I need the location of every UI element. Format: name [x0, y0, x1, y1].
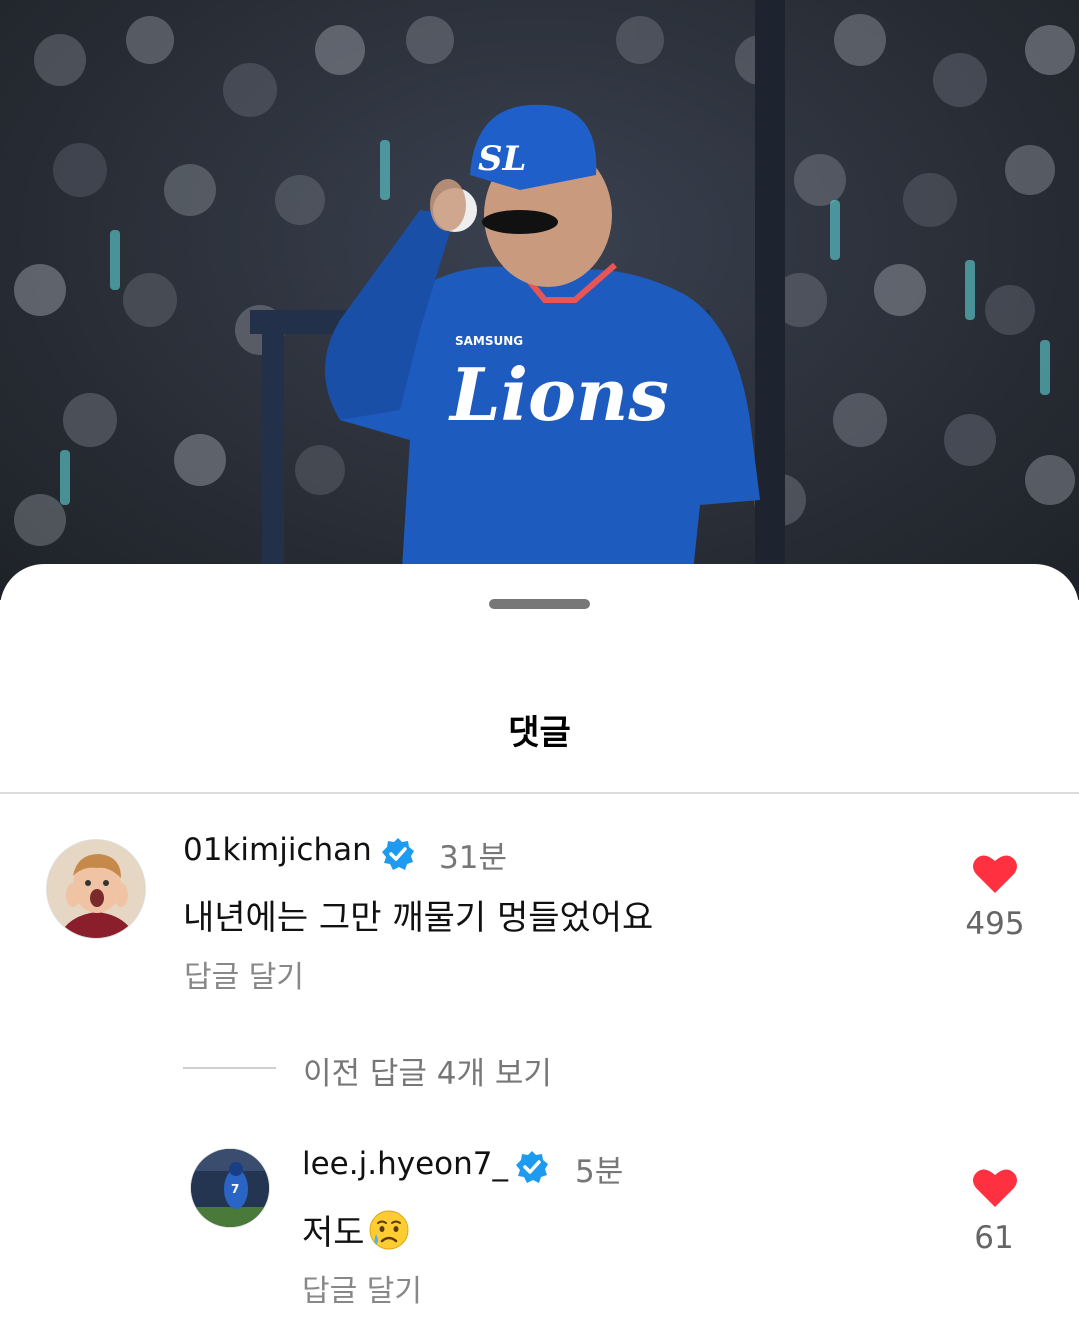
avatar[interactable]: [46, 839, 146, 939]
username[interactable]: 01kimjichan: [183, 832, 372, 868]
crying-face-emoji: [369, 1210, 409, 1250]
heart-icon[interactable]: [972, 1166, 1018, 1208]
timestamp: 5분: [575, 1154, 624, 1190]
username[interactable]: lee.j.hyeon7_: [302, 1146, 508, 1182]
svg-text:SAMSUNG: SAMSUNG: [455, 334, 523, 348]
verified-badge-icon: [382, 838, 414, 870]
svg-text:SL: SL: [478, 139, 526, 179]
reply-button[interactable]: 답글 달기: [184, 952, 304, 996]
divider: [0, 792, 1079, 794]
view-previous-replies-label: 이전 답글 4개 보기: [303, 1056, 552, 1092]
heart-icon[interactable]: [972, 852, 1018, 894]
svg-text:Lions: Lions: [448, 352, 669, 437]
reply-text-content: 저도: [302, 1213, 365, 1253]
like-count: 61: [974, 1220, 1014, 1256]
timestamp: 31분: [439, 840, 507, 876]
replies-divider-line: [183, 1067, 276, 1069]
like-count: 495: [965, 906, 1025, 942]
reply-text: 저도: [302, 1205, 411, 1254]
verified-badge-icon: [516, 1151, 548, 1183]
avatar[interactable]: 7: [190, 1148, 270, 1228]
comments-sheet: 댓글: [0, 564, 1079, 1325]
post-photo: SL SAMSUNG Lions: [0, 0, 1079, 600]
drag-handle[interactable]: [489, 599, 590, 609]
comment-text: 내년에는 그만 깨물기 멍들었어요: [183, 898, 654, 938]
sheet-title: 댓글: [508, 713, 571, 753]
svg-text:7: 7: [231, 1182, 239, 1196]
reply-button[interactable]: 답글 달기: [302, 1266, 422, 1310]
